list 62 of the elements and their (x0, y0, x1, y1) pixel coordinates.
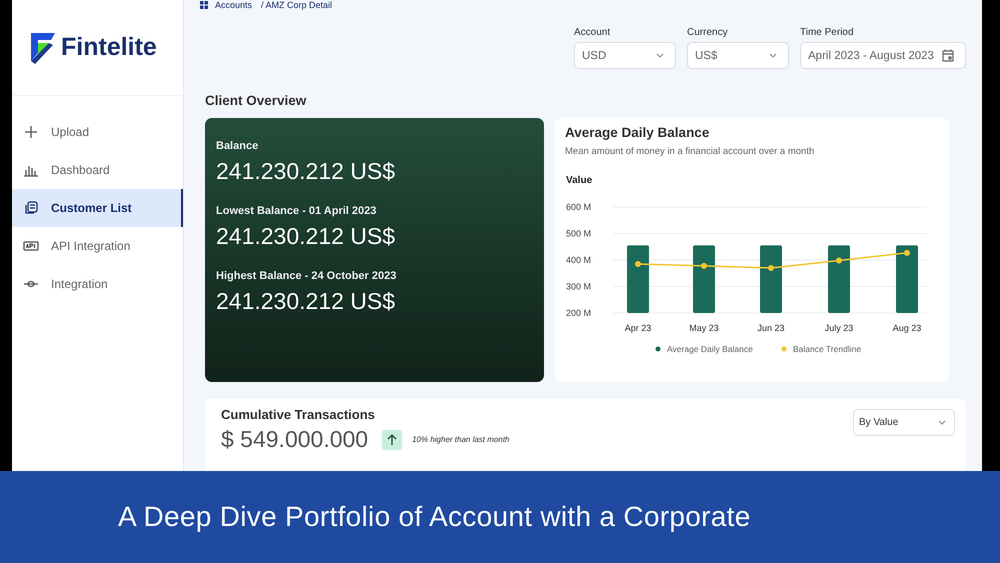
section-title: Client Overview (205, 93, 308, 108)
plus-icon (23, 125, 39, 139)
axis-label: 300 M (566, 282, 592, 292)
nav-item[interactable]: Dashboard (12, 151, 183, 189)
axis-label: 400 M (566, 255, 592, 265)
axis-label: May 23 (689, 323, 719, 333)
card-title: Cumulative Transactions (221, 407, 376, 422)
nav-item[interactable]: API Integration (12, 227, 183, 265)
caption-text: A Deep Dive Portfolio of Account with a Corporate (118, 501, 751, 533)
bar (828, 245, 850, 313)
data-point (904, 250, 910, 256)
balance-label: Highest Balance - 24 October 2023 (216, 270, 398, 282)
api-icon (23, 239, 39, 253)
select-field[interactable]: USD (574, 42, 676, 69)
data-point (635, 260, 641, 267)
filter-label: Time Period (800, 27, 855, 38)
filter-label: Account (574, 27, 612, 38)
change-note: 10% higher than last month (412, 435, 510, 444)
bar (896, 245, 918, 313)
axis-label: Jun 23 (757, 323, 785, 333)
filter-label: Currency (687, 27, 729, 38)
bar (693, 245, 715, 313)
chart-title: Average Daily Balance (565, 125, 710, 140)
legend-label: Balance Trendline (793, 344, 862, 354)
legend-label: Average Daily Balance (667, 344, 753, 354)
sort-select[interactable]: By Value (853, 409, 955, 436)
breadcrumb-link[interactable]: Accounts (215, 0, 252, 10)
breadcrumb-link[interactable]: / AMZ Corp Detail (261, 0, 332, 10)
grid-icon (200, 0, 208, 8)
calendar-icon (942, 49, 954, 62)
date-field[interactable]: April 2023 - August 2023 (800, 42, 966, 69)
balance-value: 241.230.212 US$ (216, 158, 396, 185)
axis-label: 600 M (566, 202, 592, 212)
data-point (836, 258, 842, 264)
total-amount: $ 549.000.000 (221, 426, 368, 453)
balance-value: 241.230.212 US$ (216, 288, 396, 315)
documents-icon (23, 201, 39, 215)
logo-icon (29, 30, 57, 64)
balance-value: 241.230.212 US$ (216, 223, 396, 250)
axis-label: Apr 23 (624, 323, 652, 333)
chart-subtitle: Mean amount of money in a financial account over a month (565, 146, 816, 157)
nav-item[interactable]: Integration (12, 265, 183, 303)
arrow-up-icon (382, 430, 402, 450)
nav-item[interactable]: Customer List (12, 189, 183, 227)
chevron-down-icon (938, 420, 946, 425)
bar-chart-icon (23, 163, 39, 177)
axis-title: Value (566, 175, 592, 186)
axis-label: 500 M (566, 228, 592, 238)
balance-label: Lowest Balance - 01 April 2023 (216, 205, 378, 217)
chevron-down-icon (769, 53, 777, 58)
select-field[interactable]: US$ (687, 42, 789, 69)
axis-label: July 23 (824, 323, 854, 333)
chevron-down-icon (656, 53, 664, 58)
axis-label: 200 M (566, 308, 592, 318)
nav-item[interactable]: Upload (12, 113, 183, 151)
logo-text: Fintelite (61, 33, 157, 62)
data-point (768, 264, 774, 271)
data-point (701, 262, 707, 269)
axis-label: Aug 23 (892, 323, 922, 333)
bar (627, 245, 649, 313)
balance-label: Balance (216, 140, 260, 152)
bar (760, 245, 782, 313)
